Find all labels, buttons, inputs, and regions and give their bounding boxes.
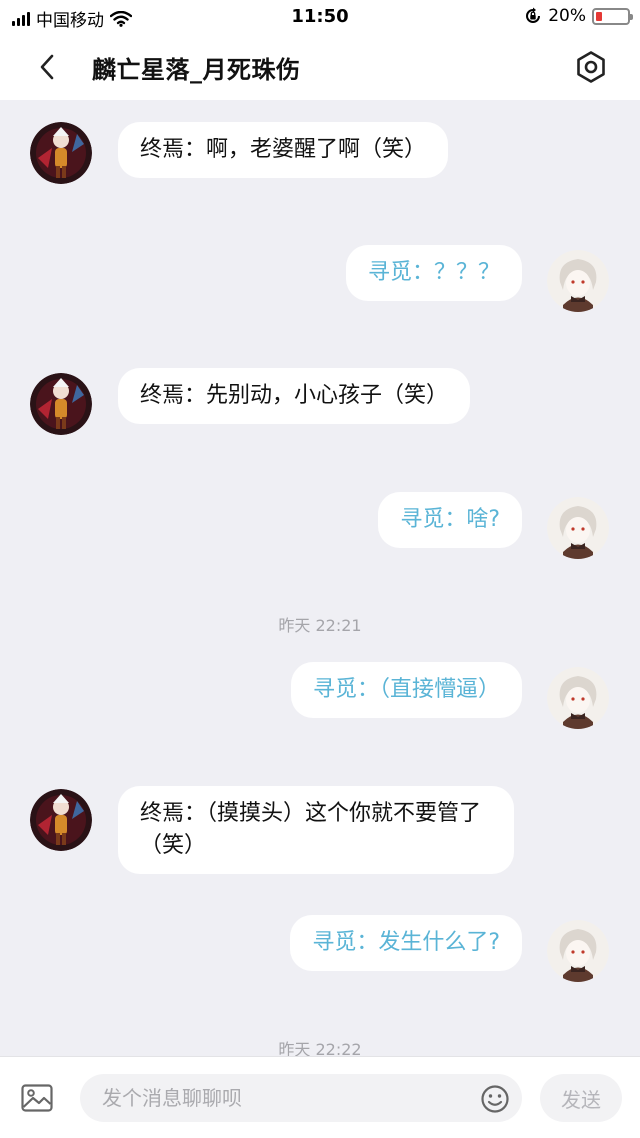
message-bubble[interactable]: 终焉：啊，老婆醒了啊（笑）	[118, 122, 449, 178]
input-bar: 发送	[0, 1056, 640, 1138]
message-list[interactable]: 终焉：啊，老婆醒了啊（笑） 寻觅：？？？ 终焉：先别动，小心孩子（笑） 寻觅：啥…	[0, 100, 640, 1056]
message-bubble[interactable]: 寻觅：啥?	[378, 492, 522, 548]
message-text: 终焉：先别动，小心孩子（笑）	[140, 383, 449, 408]
avatar-white[interactable]	[547, 920, 609, 982]
emoji-icon[interactable]	[480, 1084, 510, 1114]
message-input[interactable]	[80, 1074, 522, 1122]
battery-percent: 20%	[548, 6, 586, 26]
avatar-red[interactable]	[30, 789, 92, 851]
chat-header: 麟亡星落_月死珠伤	[0, 34, 640, 100]
status-right: 20%	[524, 6, 633, 26]
send-button[interactable]: 发送	[540, 1074, 622, 1122]
message-text: 寻觅：？？？	[367, 260, 500, 285]
avatar-white[interactable]	[547, 250, 609, 312]
timestamp: 昨天 22:21	[278, 616, 362, 635]
settings-button[interactable]	[572, 48, 610, 86]
message-bubble[interactable]: 寻觅：？？？	[345, 245, 522, 301]
avatar-red[interactable]	[30, 122, 92, 184]
message-bubble[interactable]: 寻觅：发生什么了?	[290, 915, 522, 971]
message-text: 寻觅：啥?	[400, 507, 500, 532]
avatar-white[interactable]	[547, 497, 609, 559]
avatar-white[interactable]	[547, 667, 609, 729]
chat-title: 麟亡星落_月死珠伤	[92, 56, 301, 84]
message-text: 寻觅：发生什么了?	[312, 930, 500, 955]
avatar-red[interactable]	[30, 373, 92, 435]
chevron-left-icon	[40, 54, 54, 80]
message-text: 终焉：（摸摸头）这个你就不要管了（笑）	[140, 801, 482, 858]
orientation-lock-icon	[526, 7, 541, 23]
message-bubble[interactable]: 终焉：先别动，小心孩子（笑）	[118, 368, 471, 424]
battery-level	[596, 11, 602, 21]
back-button[interactable]	[30, 50, 64, 84]
battery-icon	[592, 7, 633, 25]
message-bubble[interactable]: 寻觅：（直接懵逼）	[290, 662, 522, 718]
hexagon-settings-icon	[577, 51, 605, 83]
message-text: 终焉：啊，老婆醒了啊（笑）	[140, 137, 427, 162]
image-icon[interactable]	[20, 1081, 54, 1115]
status-bar: 中国移动 11:50 20%	[0, 0, 640, 34]
message-bubble[interactable]: 终焉：（摸摸头）这个你就不要管了（笑）	[118, 786, 514, 874]
timestamp: 昨天 22:22	[278, 1040, 362, 1056]
message-text: 寻觅：（直接懵逼）	[312, 677, 500, 702]
